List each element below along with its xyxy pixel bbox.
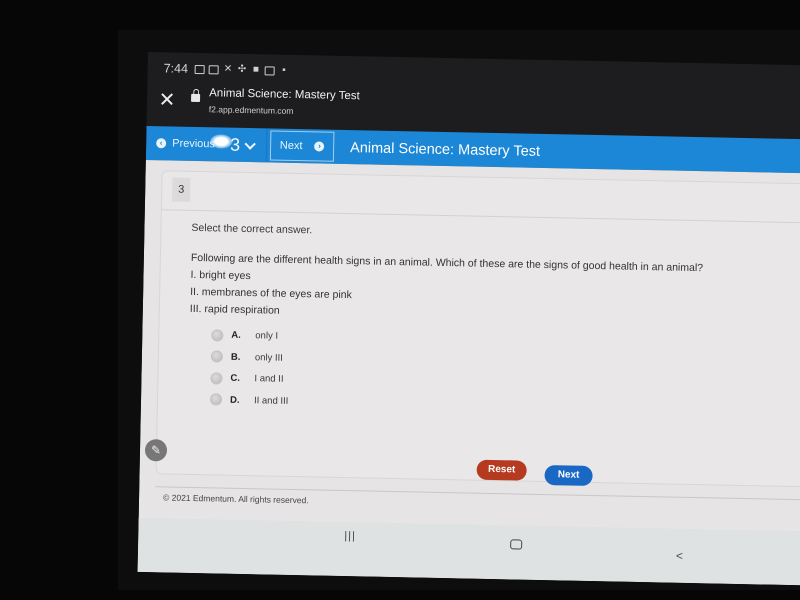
- screen-glare: [210, 134, 233, 149]
- radio-button[interactable]: [211, 329, 224, 342]
- browser-url[interactable]: f2.app.edmentum.com: [209, 104, 294, 116]
- close-icon[interactable]: ✕: [157, 89, 177, 111]
- device-screen: 7:44 ✕ ✣ ■ ▪ ✕ Animal Science: Mastery T…: [137, 52, 800, 586]
- arrow-left-circle-icon: ‹: [156, 138, 167, 149]
- status-bar: 7:44 ✕ ✣ ■ ▪: [163, 58, 289, 81]
- reset-button[interactable]: Reset: [476, 459, 527, 481]
- option-letter: B.: [230, 351, 241, 363]
- question-stem: Following are the different health signs…: [190, 250, 751, 329]
- option-text: only III: [254, 351, 283, 364]
- option-a[interactable]: A. only I: [211, 324, 290, 347]
- option-c[interactable]: C. I and II: [210, 367, 289, 390]
- pinwheel-icon: ✣: [237, 63, 247, 75]
- answer-options: A. only I B. only III C. I and II D. II …: [209, 324, 290, 412]
- nav-divider: [265, 128, 268, 163]
- browser-page-title: Animal Science: Mastery Test: [209, 87, 360, 103]
- gallery-icon: [208, 64, 220, 74]
- clock: 7:44: [163, 61, 189, 76]
- previous-button[interactable]: ‹ Previous: [156, 126, 215, 161]
- option-b[interactable]: B. only III: [210, 346, 290, 369]
- option-text: only I: [255, 330, 279, 342]
- secure-lock-icon: [191, 93, 201, 103]
- option-text: II and III: [253, 394, 289, 407]
- app-icon: [264, 65, 276, 76]
- option-letter: D.: [229, 394, 240, 406]
- previous-label: Previous: [172, 137, 216, 151]
- lock-icon: ▪: [282, 64, 286, 76]
- divider: [161, 209, 800, 224]
- option-letter: C.: [230, 372, 241, 385]
- nav-next-label: Next: [279, 139, 303, 153]
- option-d[interactable]: D. II and III: [209, 389, 289, 412]
- chevron-down-icon: [244, 137, 256, 150]
- bag-icon: ■: [252, 64, 260, 76]
- tools-icon: ✕: [223, 63, 233, 75]
- radio-button[interactable]: [210, 350, 224, 363]
- question-card: 3 Select the correct answer. Following a…: [144, 170, 800, 488]
- question-number-badge: 3: [172, 177, 191, 202]
- question-instruction: Select the correct answer.: [191, 221, 313, 237]
- radio-button[interactable]: [210, 372, 223, 385]
- option-letter: A.: [231, 329, 241, 342]
- radio-button[interactable]: [209, 393, 223, 406]
- question-selector[interactable]: 3: [229, 128, 256, 162]
- arrow-right-circle-icon: ›: [314, 141, 325, 152]
- copyright-footer: © 2021 Edmentum. All rights reserved.: [162, 492, 309, 506]
- pencil-icon[interactable]: ✎: [144, 439, 168, 462]
- option-text: I and II: [254, 373, 284, 386]
- nav-next-button[interactable]: Next ›: [269, 130, 335, 162]
- gallery-icon: [194, 64, 206, 74]
- next-button[interactable]: Next: [544, 465, 593, 487]
- home-button[interactable]: [510, 539, 523, 550]
- back-button[interactable]: <: [676, 549, 683, 563]
- recents-button[interactable]: |||: [344, 530, 356, 542]
- test-title: Animal Science: Mastery Test: [349, 140, 541, 160]
- question-number: 3: [229, 134, 241, 155]
